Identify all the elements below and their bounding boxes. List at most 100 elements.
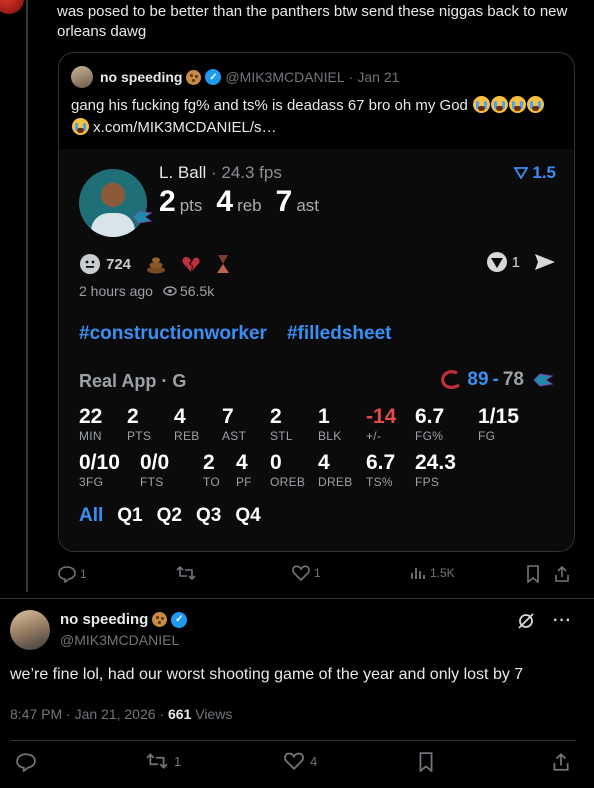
reaction-count: 724 bbox=[106, 255, 132, 273]
quoted-post-link[interactable]: x.com/MIK3MCDANIEL/s… bbox=[93, 119, 276, 136]
hourglass-icon[interactable] bbox=[215, 253, 231, 275]
separator-dot: · bbox=[348, 69, 354, 85]
quoted-post-date: Jan 21 bbox=[357, 69, 400, 85]
crying-emoji-icon bbox=[491, 96, 509, 113]
share-button[interactable] bbox=[552, 752, 570, 772]
more-options-icon[interactable]: ··· bbox=[553, 612, 572, 630]
comment-icon bbox=[58, 566, 76, 583]
quoted-author-avatar[interactable] bbox=[71, 66, 93, 88]
shield-logo-icon bbox=[486, 252, 507, 272]
bookmark-icon bbox=[527, 565, 539, 583]
stat-value: 6.7 bbox=[415, 405, 445, 428]
card-meta-row: 2 hours ago 56.5k bbox=[79, 283, 214, 299]
stat-card-image: L. Ball · 24.3 fps 2 pts 4 reb 7 ast 1.5 bbox=[59, 149, 574, 551]
like-count: 4 bbox=[310, 753, 318, 769]
tab-q1[interactable]: Q1 bbox=[117, 505, 142, 527]
player-headline-stats: 2 pts 4 reb 7 ast bbox=[159, 185, 333, 219]
like-button[interactable]: 4 bbox=[284, 752, 317, 770]
reb-value: 4 bbox=[216, 185, 234, 218]
player-avatar bbox=[79, 169, 147, 237]
quoted-author-handle: @MIK3MCDANIEL bbox=[225, 69, 345, 85]
fps-delta: 1.5 bbox=[514, 163, 556, 183]
card-actions: 1 bbox=[486, 251, 556, 273]
pts-value: 2 bbox=[159, 185, 176, 218]
quoted-post-header: no speeding ✓ @MIK3MCDANIEL · Jan 21 bbox=[71, 66, 400, 88]
quoted-post[interactable]: no speeding ✓ @MIK3MCDANIEL · Jan 21 gan… bbox=[58, 52, 575, 552]
broken-heart-icon[interactable] bbox=[181, 254, 201, 274]
hashtags: #constructionworker #filledsheet bbox=[79, 323, 391, 345]
player-name-line: L. Ball · 24.3 fps bbox=[159, 163, 282, 183]
card-views-count: 56.5k bbox=[179, 283, 215, 299]
hashtag-filledsheet[interactable]: #filledsheet bbox=[287, 323, 392, 345]
post-timestamp[interactable]: 8:47 PM · Jan 21, 2026 · bbox=[10, 706, 168, 722]
main-author-handle[interactable]: @MIK3MCDANIEL bbox=[60, 632, 179, 648]
tab-q2[interactable]: Q2 bbox=[157, 505, 182, 527]
reply-author-avatar[interactable] bbox=[0, 0, 24, 14]
quoted-post-text: gang his fucking fg% and ts% is deadass … bbox=[71, 95, 561, 139]
stat-label: FPS bbox=[415, 475, 440, 489]
reply-action-bar: 1 1 1.5K bbox=[58, 565, 578, 587]
views-button[interactable]: 1.5K bbox=[410, 565, 455, 581]
retweet-button[interactable] bbox=[176, 565, 196, 581]
like-count: 1 bbox=[314, 566, 321, 580]
grok-icon[interactable] bbox=[517, 612, 535, 630]
stat-cell: 0/0 FTS bbox=[140, 451, 200, 489]
reply-button[interactable]: 1 bbox=[58, 565, 87, 583]
down-triangle-icon bbox=[514, 167, 529, 179]
stat-value: 0/0 bbox=[140, 451, 170, 474]
tab-all[interactable]: All bbox=[79, 505, 103, 527]
score-home: 89 bbox=[467, 369, 489, 390]
bookmark-button[interactable] bbox=[418, 752, 434, 772]
reply-text: was posed to be better than the panthers… bbox=[57, 3, 568, 40]
hashtag-constructionworker[interactable]: #constructionworker bbox=[79, 323, 267, 345]
pts-label: pts bbox=[179, 196, 203, 215]
cookie-emoji-icon bbox=[186, 69, 202, 85]
share-button[interactable] bbox=[554, 565, 570, 583]
hornets-logo-icon bbox=[132, 210, 153, 224]
retweet-icon bbox=[176, 565, 196, 581]
smile-face-icon bbox=[80, 254, 100, 274]
stat-label: FG% bbox=[415, 429, 444, 443]
bookmark-icon bbox=[419, 752, 433, 772]
bookmark-button[interactable] bbox=[526, 565, 540, 583]
hornets-logo-icon bbox=[533, 373, 554, 387]
main-author-name[interactable]: no speeding bbox=[60, 611, 148, 628]
send-icon[interactable] bbox=[534, 253, 556, 271]
main-author-avatar[interactable] bbox=[10, 610, 50, 650]
box-score-title: Real App · G bbox=[79, 371, 187, 391]
tab-q3[interactable]: Q3 bbox=[196, 505, 221, 527]
reply-button[interactable] bbox=[16, 752, 36, 772]
cavaliers-logo-icon bbox=[441, 370, 461, 389]
views-bar-icon bbox=[411, 568, 425, 579]
share-count: 1 bbox=[511, 253, 520, 271]
time-ago: 2 hours ago bbox=[79, 283, 153, 299]
share-icon bbox=[553, 752, 569, 771]
player-fps: · 24.3 fps bbox=[210, 163, 282, 182]
react-face[interactable]: 724 bbox=[79, 253, 131, 275]
cookie-emoji-icon bbox=[152, 612, 168, 627]
quoted-author-name[interactable]: no speeding bbox=[100, 69, 182, 85]
divider bbox=[0, 598, 594, 599]
crying-emoji-icon bbox=[473, 96, 491, 113]
post-views-count: 661 bbox=[167, 706, 192, 722]
main-post-meta: 8:47 PM · Jan 21, 2026 · 661 Views bbox=[10, 706, 232, 722]
eye-icon bbox=[163, 286, 177, 296]
score-away: 78 bbox=[502, 369, 524, 390]
views-count: 1.5K bbox=[430, 566, 455, 580]
verified-badge-icon: ✓ bbox=[205, 69, 222, 85]
retweet-button[interactable]: 1 bbox=[146, 752, 181, 770]
team-share[interactable]: 1 bbox=[486, 251, 520, 273]
retweet-count: 1 bbox=[174, 753, 182, 769]
like-button[interactable]: 1 bbox=[292, 565, 321, 581]
divider bbox=[10, 740, 576, 741]
stat-value: 0/10 bbox=[79, 451, 120, 474]
stat-cell: 6.7 FG% bbox=[415, 405, 475, 443]
poop-emoji-icon[interactable] bbox=[145, 254, 167, 274]
stat-value: 24.3 bbox=[415, 451, 456, 474]
tab-q4[interactable]: Q4 bbox=[235, 505, 260, 527]
stat-cell: 24.3 FPS bbox=[415, 451, 475, 489]
player-name: L. Ball bbox=[159, 163, 207, 182]
stat-label: FTS bbox=[140, 475, 164, 489]
fps-delta-value: 1.5 bbox=[532, 163, 556, 182]
main-action-bar: 1 4 bbox=[0, 752, 594, 778]
